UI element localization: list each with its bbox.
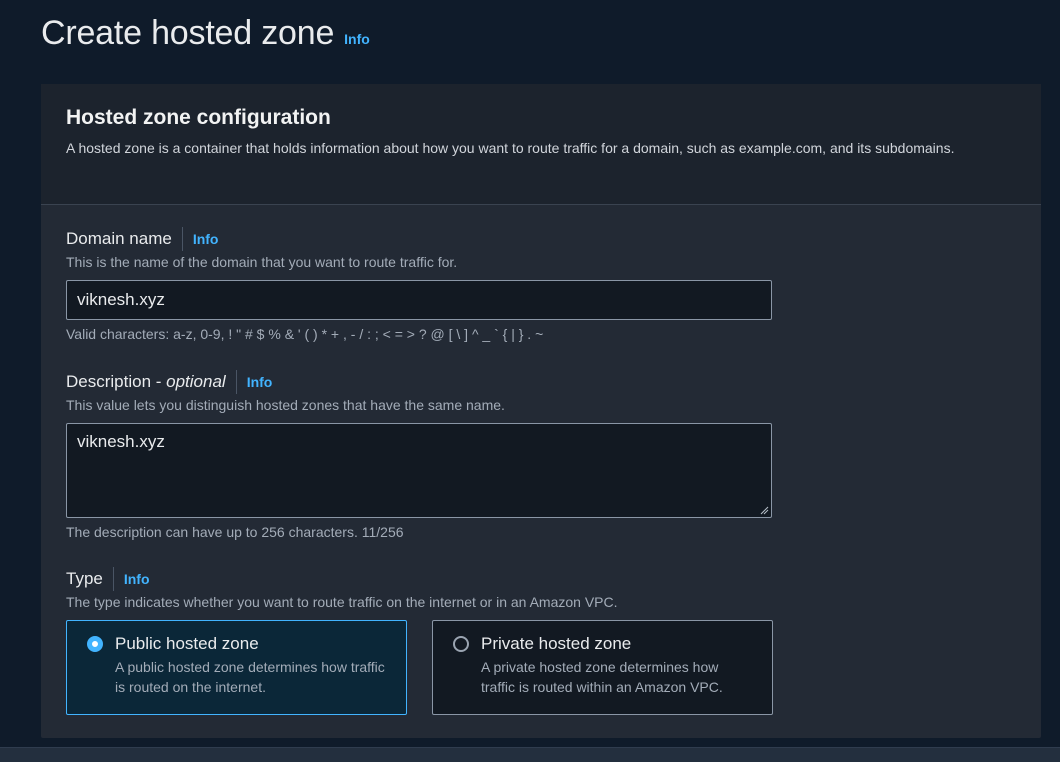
private-tile-title: Private hosted zone — [481, 634, 632, 653]
page-header: Create hosted zone Info — [41, 14, 370, 53]
panel-header: Hosted zone configuration A hosted zone … — [41, 84, 1041, 205]
panel-description: A hosted zone is a container that holds … — [66, 140, 955, 156]
header-info-link[interactable]: Info — [344, 31, 370, 47]
domain-name-constraint: Valid characters: a-z, 0-9, ! " # $ % & … — [66, 326, 544, 342]
type-help: The type indicates whether you want to r… — [66, 594, 618, 610]
description-value: viknesh.xyz — [77, 432, 165, 451]
description-help: This value lets you distinguish hosted z… — [66, 397, 505, 413]
private-tile-description: A private hosted zone determines how tra… — [481, 659, 723, 695]
description-info-link[interactable]: Info — [247, 374, 273, 390]
bottom-bar — [0, 747, 1060, 762]
type-label-row: Type Info — [66, 566, 773, 592]
public-hosted-zone-tile[interactable]: Public hosted zone A public hosted zone … — [66, 620, 407, 715]
private-hosted-zone-tile[interactable]: Private hosted zone A private hosted zon… — [432, 620, 773, 715]
description-label: Description - optional — [66, 372, 226, 392]
private-tile-text: Private hosted zone A private hosted zon… — [481, 633, 756, 714]
description-label-row: Description - optional Info — [66, 369, 772, 395]
description-label-text: Description - — [66, 372, 167, 391]
optional-label: optional — [166, 372, 226, 391]
panel-title: Hosted zone configuration — [66, 106, 331, 129]
description-character-count: The description can have up to 256 chara… — [66, 524, 404, 540]
domain-name-label-row: Domain name Info — [66, 226, 772, 252]
public-radio-button[interactable] — [87, 636, 103, 652]
label-separator — [235, 370, 237, 394]
public-tile-description: A public hosted zone determines how traf… — [115, 659, 385, 695]
type-options: Public hosted zone A public hosted zone … — [66, 620, 773, 715]
domain-name-info-link[interactable]: Info — [193, 231, 219, 247]
hosted-zone-configuration-panel: Hosted zone configuration A hosted zone … — [41, 84, 1041, 738]
domain-name-field: Domain name Info This is the name of the… — [66, 226, 772, 342]
type-info-link[interactable]: Info — [124, 571, 150, 587]
domain-name-help: This is the name of the domain that you … — [66, 254, 458, 270]
description-field: Description - optional Info This value l… — [66, 369, 772, 540]
public-tile-text: Public hosted zone A public hosted zone … — [115, 633, 390, 714]
page: Create hosted zone Info Hosted zone conf… — [0, 0, 1060, 762]
page-title: Create hosted zone — [41, 14, 335, 52]
domain-name-input[interactable]: viknesh.xyz — [66, 280, 772, 320]
domain-name-label: Domain name — [66, 229, 172, 248]
resize-handle-icon[interactable] — [760, 506, 769, 515]
label-separator — [181, 227, 183, 251]
private-radio-button[interactable] — [453, 636, 469, 652]
public-tile-title: Public hosted zone — [115, 634, 259, 653]
type-field: Type Info The type indicates whether you… — [66, 566, 773, 715]
type-label: Type — [66, 569, 103, 588]
label-separator — [112, 567, 114, 591]
description-textarea[interactable]: viknesh.xyz — [66, 423, 772, 518]
